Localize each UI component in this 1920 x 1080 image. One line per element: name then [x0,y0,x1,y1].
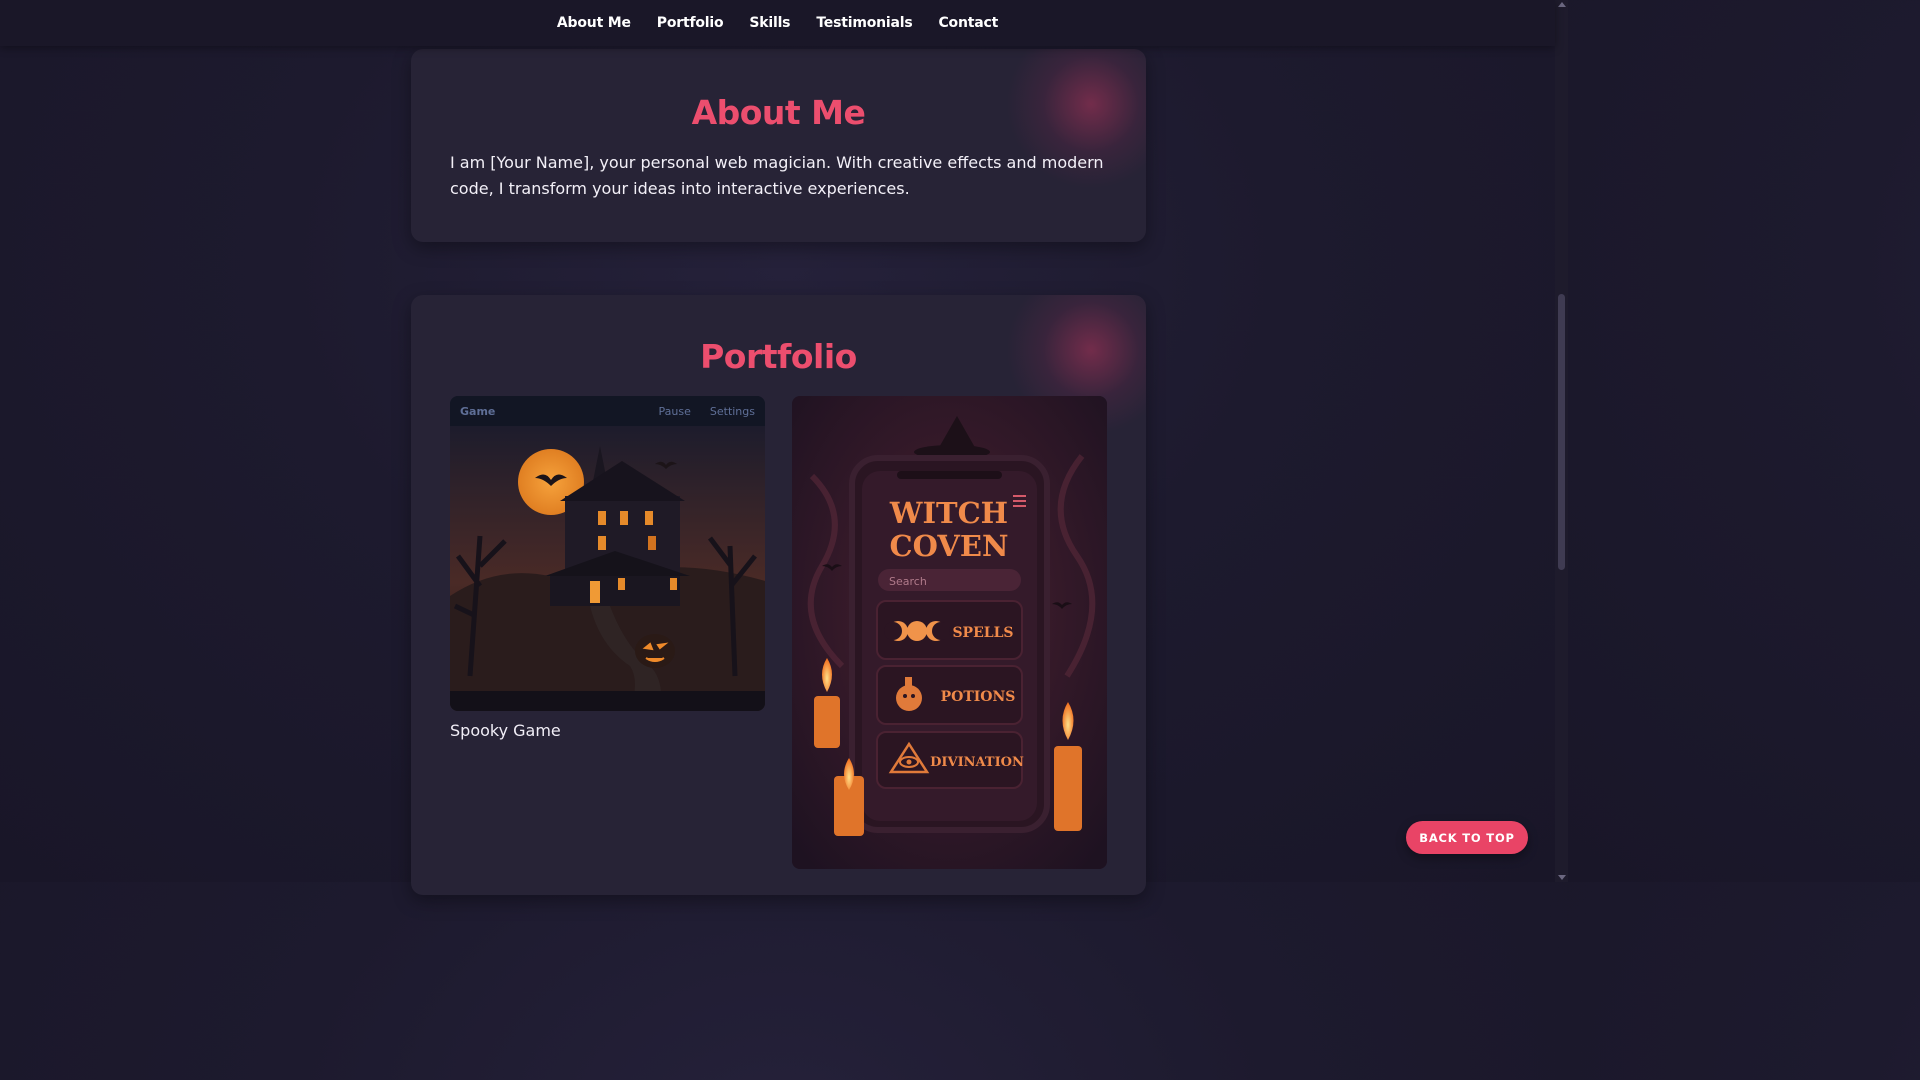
portfolio-title: Portfolio [700,337,857,376]
scrollbar-thumb[interactable] [1558,294,1565,570]
app-title-line2: COVEN [890,529,1009,563]
game-pause-button[interactable]: Pause [659,405,691,418]
portfolio-item-spooky-game[interactable]: Game Pause Settings [450,396,765,711]
hamburger-menu-icon[interactable] [1013,495,1026,507]
game-settings-button[interactable]: Settings [710,405,755,418]
back-to-top-button[interactable]: BACK TO TOP [1406,821,1528,854]
page-scrollbar[interactable] [1555,0,1568,882]
portfolio-item-caption: Spooky Game [450,721,561,740]
nav-link-about[interactable]: About Me [557,15,631,31]
portfolio-section: Portfolio Game Pause Settings Spooky Gam… [411,295,1146,895]
nav-link-testimonials[interactable]: Testimonials [816,15,912,31]
nav-link-portfolio[interactable]: Portfolio [657,15,724,31]
game-toolbar: Game Pause Settings [450,396,765,426]
app-menu-spells-label: SPELLS [952,625,1013,641]
witch-coven-app-image: WITCH COVEN Search SPELLS POTIONS DIVINA… [792,396,1107,869]
app-title-line1: WITCH [889,496,1008,530]
portfolio-item-witch-coven[interactable]: WITCH COVEN Search SPELLS POTIONS DIVINA… [792,396,1107,869]
app-search-placeholder: Search [889,575,927,588]
top-navigation: About Me Portfolio Skills Testimonials C… [0,0,1555,46]
app-menu-divination-label: DIVINATION [930,755,1024,770]
about-text: I am [Your Name], your personal web magi… [450,153,1104,198]
nav-link-contact[interactable]: Contact [938,15,998,31]
about-title: About Me [691,93,866,132]
moon-phase-icon [884,621,950,641]
game-title: Game [460,404,496,418]
app-menu-potions-label: POTIONS [941,689,1016,705]
haunted-house-image [450,426,765,711]
pumpkin-icon [635,634,675,668]
scroll-down-arrow-icon[interactable] [1558,875,1566,880]
scroll-up-arrow-icon[interactable] [1558,2,1566,7]
nav-link-skills[interactable]: Skills [749,15,790,31]
about-section: About Me I am [Your Name], your personal… [411,49,1146,242]
